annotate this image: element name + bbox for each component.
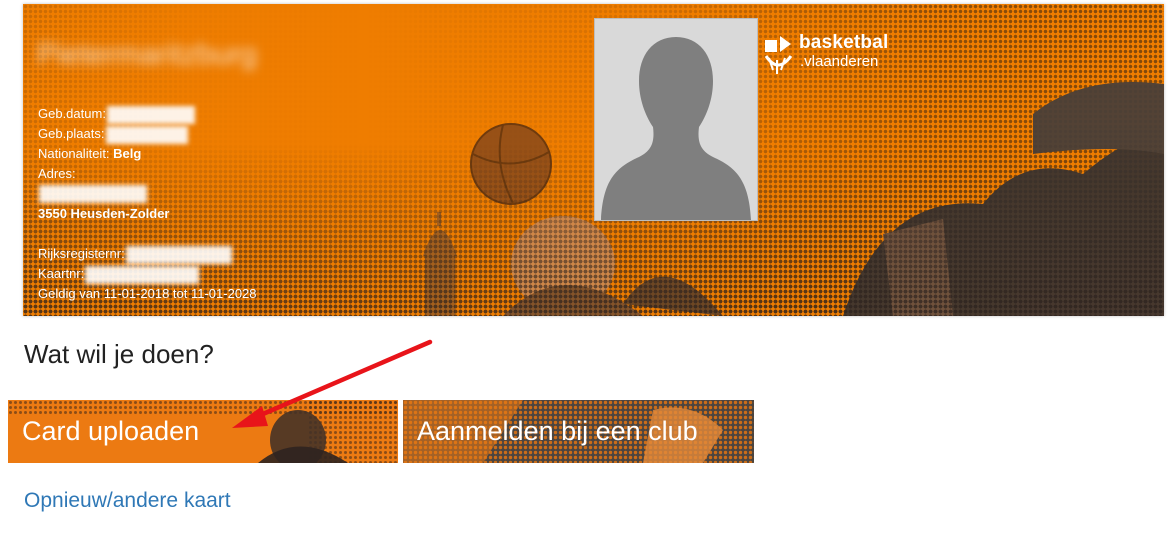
card-upload-label: Card uploaden — [22, 416, 200, 446]
member-card: Pietermaritzburg Geb.datum: Geb.plaats: … — [23, 4, 1164, 316]
birthplace-label: Geb.plaats: — [38, 126, 105, 141]
basketball-logo-icon — [764, 36, 793, 74]
address-label: Adres: — [38, 166, 76, 181]
what-to-do-heading: Wat wil je doen? — [24, 339, 214, 369]
national-register-label: Rijksregisternr: — [38, 246, 125, 261]
profile-photo-placeholder — [594, 18, 758, 221]
member-name: Pietermaritzburg — [37, 38, 258, 71]
join-club-button[interactable]: Aanmelden bij een club — [403, 400, 754, 463]
redacted-national-register — [125, 245, 232, 264]
new-card-link[interactable]: Opnieuw/andere kaart — [24, 488, 231, 514]
logo-subtext: .vlaanderen — [800, 53, 879, 70]
card-number-row: Kaartnr: — [38, 265, 200, 284]
address-street-row — [38, 184, 147, 203]
person-silhouette-icon — [601, 37, 751, 220]
validity-row: Geldig van 11-01-2018 tot 11-01-2028 — [38, 285, 257, 303]
nationality-value: Belg — [113, 146, 142, 161]
birthdate-row: Geb.datum: — [38, 105, 195, 124]
nationality-label: Nationaliteit: — [38, 146, 110, 161]
national-register-row: Rijksregisternr: — [38, 245, 232, 264]
redacted-birthdate — [106, 105, 195, 124]
card-number-label: Kaartnr: — [38, 266, 85, 281]
birthplace-row: Geb.plaats: — [38, 125, 188, 144]
address-row: Adres: — [38, 165, 76, 183]
postal-city-row: 3550 Heusden-Zolder — [38, 205, 170, 223]
redacted-card-number — [85, 265, 200, 284]
validity-text: Geldig van 11-01-2018 tot 11-01-2028 — [38, 286, 257, 301]
birthdate-label: Geb.datum: — [38, 106, 106, 121]
join-club-label: Aanmelden bij een club — [417, 416, 698, 446]
card-upload-button[interactable]: Card uploaden — [8, 400, 398, 463]
redacted-birthplace — [105, 125, 188, 144]
postal-city-value: 3550 Heusden-Zolder — [38, 206, 170, 221]
nationality-row: Nationaliteit: Belg — [38, 145, 141, 163]
redacted-street — [39, 184, 147, 203]
logo-wordmark: basketbal — [799, 32, 889, 53]
